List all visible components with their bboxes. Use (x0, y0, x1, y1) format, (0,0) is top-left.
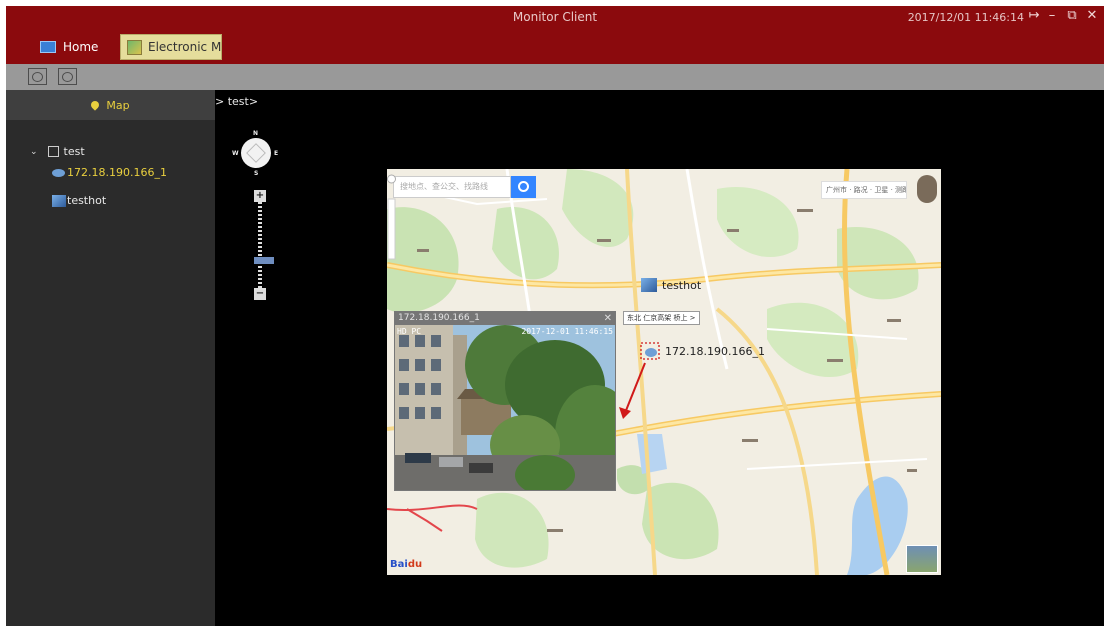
hotspot-map-icon (52, 194, 66, 207)
zoom-out-button[interactable]: − (254, 288, 266, 300)
logout-icon[interactable]: ↦ (1026, 8, 1042, 23)
map-icon (127, 39, 142, 55)
sidebar-header-label: Map (106, 98, 130, 112)
zoom-track[interactable] (254, 202, 274, 288)
tree-root-test[interactable]: ⌄ test (30, 145, 85, 158)
map-layer-toolbar[interactable]: 广州市 · 路况 · 卫星 · 测距 (821, 181, 907, 199)
zoom-in-button[interactable]: + (254, 190, 266, 202)
tree-root-label: test (63, 145, 85, 158)
compass-west-label: W (232, 150, 239, 157)
camera-marker-icon[interactable] (645, 348, 657, 357)
video-close-icon[interactable]: ✕ (604, 312, 612, 325)
video-title-bar[interactable]: 172.18.190.166_1 ✕ (395, 312, 615, 325)
close-icon[interactable]: ✕ (1084, 8, 1100, 23)
toolbar (6, 64, 1104, 90)
video-preview-window[interactable]: HD PC 2017-12-01 11:46:15 172.18.190.166… (394, 311, 616, 491)
sidebar-header[interactable]: Map (6, 90, 215, 120)
hotspot-marker-label: testhot (662, 279, 702, 292)
monitor-client-window: Monitor Client 2017/12/01 11:46:14 ↦ – ⧉… (6, 6, 1104, 626)
video-osd-left: HD PC (397, 327, 422, 336)
monitor-icon (40, 41, 56, 53)
camera-icon (52, 168, 65, 177)
building-icon (47, 146, 59, 157)
map-pin-icon (89, 99, 102, 111)
camera-marker-label: 172.18.190.166_1 (665, 345, 765, 358)
tree-item-camera[interactable]: 172.18.190.166_1 (52, 166, 167, 179)
tab-electronic-map[interactable]: Electronic Map (120, 34, 222, 60)
tab-electronic-map-label: Electronic Map (148, 40, 222, 54)
map-search-tool-icon[interactable] (28, 68, 47, 85)
compass-east-label: E (274, 150, 279, 157)
baidu-logo: Baidu (390, 559, 422, 570)
street-view-thumbnail[interactable] (906, 545, 938, 573)
title-bar: Monitor Client 2017/12/01 11:46:14 ↦ – ⧉… (6, 6, 1104, 64)
hotspot-marker-icon[interactable] (641, 278, 657, 292)
compass-north-label: N (253, 130, 259, 137)
map-search-button[interactable] (511, 176, 536, 198)
video-osd-timestamp: 2017-12-01 11:46:15 (521, 327, 613, 336)
tree-item-hotspot[interactable]: testhot (52, 194, 106, 207)
minimize-icon[interactable]: – (1044, 8, 1060, 23)
pan-compass[interactable]: N S W E (231, 130, 281, 178)
electronic-map[interactable]: 搜地点、查公交、找路线 广州市 · 路况 · 卫星 · 测距 testhot 东… (387, 169, 941, 575)
map-edit-tool-icon[interactable] (58, 68, 77, 85)
restore-icon[interactable]: ⧉ (1064, 8, 1080, 23)
map-view: > test> N S W E + − 搜地点、查公交、找路线 广州市 · 路况… (215, 90, 1104, 626)
map-zoom-control[interactable] (387, 169, 396, 265)
map-search-input[interactable]: 搜地点、查公交、找路线 (393, 176, 511, 198)
map-tooltip: 东北 仁京高架 桥上 > (623, 311, 700, 325)
live-video-image (395, 325, 615, 490)
chevron-down-icon[interactable]: ⌄ (30, 147, 38, 157)
street-view-avatar[interactable] (917, 175, 937, 203)
compass-south-label: S (254, 170, 259, 177)
tab-home-label: Home (63, 40, 99, 54)
tree-item-hotspot-label: testhot (67, 194, 107, 207)
video-frame: HD PC 2017-12-01 11:46:15 (395, 325, 615, 490)
baidu-logo-b: du (407, 559, 423, 570)
zoom-slider[interactable]: + − (254, 190, 274, 300)
datetime: 2017/12/01 11:46:14 (907, 11, 1024, 24)
tab-home[interactable]: Home (40, 34, 98, 60)
pan-ring[interactable] (241, 138, 271, 168)
pan-center[interactable] (246, 143, 266, 163)
zoom-thumb[interactable] (254, 257, 274, 264)
sidebar: Map ⌄ test 172.18.190.166_1 testhot (6, 90, 215, 626)
tree-item-camera-label: 172.18.190.166_1 (67, 166, 167, 179)
baidu-logo-a: Bai (390, 559, 408, 570)
video-title: 172.18.190.166_1 (398, 313, 480, 323)
breadcrumb: > test> (215, 95, 259, 108)
